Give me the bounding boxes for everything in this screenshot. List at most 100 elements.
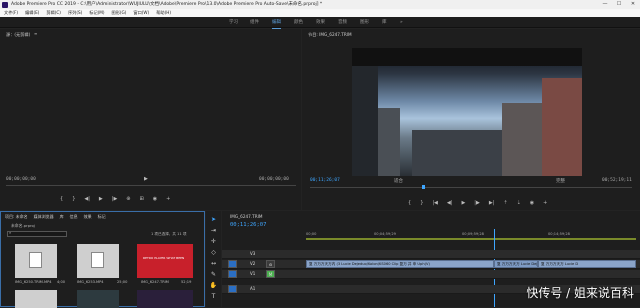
track-label: A1 (250, 286, 256, 291)
track-target-v1-button[interactable] (228, 270, 237, 278)
program-video-frame (352, 48, 582, 176)
slip-tool-icon[interactable]: ↔ (209, 259, 218, 268)
program-fit-dropdown[interactable]: 适合 (394, 178, 403, 184)
info-tab[interactable]: 信息 (70, 214, 78, 220)
program-mark-in-icon[interactable]: { (408, 200, 411, 206)
maximize-button[interactable]: ☐ (612, 0, 626, 9)
program-quality-dropdown[interactable]: 完整 (556, 178, 565, 184)
project-file-name: 未命名.prproj (11, 223, 35, 228)
menu-window[interactable]: 窗口(W) (133, 9, 149, 17)
program-extract-icon[interactable]: ⇣ (517, 200, 521, 206)
program-scrubber[interactable] (310, 187, 632, 188)
add-button-icon[interactable]: + (166, 196, 170, 202)
source-play-button-icon[interactable]: ▶ (144, 176, 148, 182)
project-item-name: IMG_6250.TRIM.MP4 (15, 280, 52, 284)
workspace-graphics[interactable]: 图形 (360, 17, 369, 28)
ripple-edit-tool-icon[interactable]: ✛ (209, 237, 218, 246)
menu-file[interactable]: 文件(F) (4, 9, 18, 17)
workspace-audio[interactable]: 音频 (338, 17, 347, 28)
track-label: V1 (250, 271, 256, 276)
hand-tool-icon[interactable]: ✋ (209, 281, 218, 290)
overwrite-icon[interactable]: ⊞ (140, 196, 144, 202)
project-selection-count: 1 项已选择，共 11 项 (151, 232, 187, 236)
menu-marker[interactable]: 标记(M) (89, 9, 104, 17)
watermark-text: 快传号 / 姐来说百科 (526, 286, 634, 300)
workspace-more-icon[interactable]: » (400, 17, 403, 28)
menu-help[interactable]: 帮助(H) (156, 9, 171, 17)
sync-lock-icon[interactable]: M (266, 270, 275, 278)
effects-tab[interactable]: 效果 (84, 214, 92, 220)
step-back-icon[interactable]: ◀| (84, 196, 90, 202)
timeline-timecode[interactable]: 00;11;26;07 (230, 222, 266, 228)
project-item-duration: 25;00 (117, 280, 128, 284)
menu-bar: 文件(F) 编辑(E) 剪辑(C) 序列(S) 标记(M) 图形(G) 窗口(W… (0, 9, 640, 17)
track-target-v2-button[interactable] (228, 260, 237, 268)
work-area-bar[interactable] (306, 238, 636, 240)
menu-edit[interactable]: 编辑(E) (25, 9, 39, 17)
program-goto-in-icon[interactable]: |◀ (432, 200, 438, 206)
media-browser-tab[interactable]: 媒体浏览器 (34, 214, 54, 220)
minimize-button[interactable]: — (598, 0, 612, 9)
program-step-back-icon[interactable]: ◀| (447, 200, 453, 206)
track-target-a1-button[interactable] (228, 285, 237, 293)
workspace-learning[interactable]: 学习 (229, 17, 238, 28)
source-scrubber[interactable] (6, 185, 296, 186)
mark-out-icon[interactable]: } (72, 196, 75, 202)
insert-icon[interactable]: ⊕ (126, 196, 130, 202)
program-play-icon[interactable]: ▶ (461, 200, 465, 206)
menu-clip[interactable]: 剪辑(C) (46, 9, 61, 17)
source-timecode-left[interactable]: 00;00;00;00 (6, 177, 36, 182)
timeline-tab[interactable]: IMG_6247.TRIM (230, 214, 263, 219)
ruler-mark: 00;04;59;29 (374, 232, 396, 236)
timeline-clip-v2[interactable]: 复 万万万天万内 (3 Lucie Dejeduo/Kolon/KS060 Cl… (306, 260, 494, 268)
libraries-tab[interactable]: 库 (60, 214, 64, 220)
panel-menu-icon[interactable]: ≡ (34, 31, 37, 36)
program-step-forward-icon[interactable]: |▶ (474, 200, 480, 206)
file-icon (91, 252, 104, 268)
project-item-thumb-4[interactable] (15, 290, 57, 308)
selection-tool-icon[interactable]: ➤ (209, 215, 218, 224)
source-monitor-tab[interactable]: 源：(无剪辑) (6, 32, 30, 38)
timeline-clip-v2-b[interactable]: 复 万万万天万 Lucie Dejeduo (494, 260, 538, 268)
project-item-thumb-2[interactable] (77, 244, 119, 278)
markers-tab[interactable]: 标记 (98, 214, 106, 220)
search-icon: ⌕ (9, 230, 12, 235)
window-titlebar: Adobe Premiere Pro CC 2019 - C:\用户\Admin… (0, 0, 640, 9)
track-label: V2 (250, 261, 256, 266)
type-tool-icon[interactable]: T (209, 292, 218, 301)
play-icon[interactable]: ▶ (99, 196, 103, 202)
program-monitor-tab[interactable]: 节目: IMG_6247.TRIM (308, 32, 352, 38)
workspace-editing[interactable]: 编辑 (272, 17, 281, 29)
premiere-app-icon (2, 1, 8, 8)
pen-tool-icon[interactable]: ✎ (209, 270, 218, 279)
workspace-assembly[interactable]: 组件 (250, 17, 259, 28)
program-playhead[interactable] (422, 185, 425, 189)
program-goto-out-icon[interactable]: ▶| (489, 200, 495, 206)
project-item-thumb-6[interactable] (137, 290, 193, 308)
timeline-clip-v2-c[interactable]: 复 万万万天万 Lucie D (538, 260, 636, 268)
project-item-thumb-5[interactable] (77, 290, 119, 308)
program-lift-icon[interactable]: ⇡ (503, 200, 507, 206)
program-mark-out-icon[interactable]: } (420, 200, 423, 206)
razor-tool-icon[interactable]: ◇ (209, 248, 218, 257)
workspace-libraries[interactable]: 库 (382, 17, 387, 28)
lock-icon[interactable]: ⊙ (266, 260, 275, 268)
track-select-tool-icon[interactable]: ⇥ (209, 226, 218, 235)
step-forward-icon[interactable]: |▶ (112, 196, 118, 202)
menu-graphics[interactable]: 图形(G) (112, 9, 127, 17)
ruler-mark: 00;14;59;28 (548, 232, 570, 236)
menu-sequence[interactable]: 序列(S) (68, 9, 82, 17)
program-timecode-current[interactable]: 00;11;26;07 (310, 178, 340, 183)
window-title: Adobe Premiere Pro CC 2019 - C:\用户\Admin… (11, 2, 323, 7)
project-item-thumb-1[interactable] (15, 244, 57, 278)
workspace-effects[interactable]: 效果 (316, 17, 325, 28)
project-item-thumb-3[interactable]: RETRO PLAYER WHAT BEEN (137, 244, 193, 278)
export-frame-icon[interactable]: ◉ (153, 196, 157, 202)
program-export-frame-icon[interactable]: ◉ (530, 200, 534, 206)
project-tab[interactable]: 项目: 未命名 (5, 214, 28, 220)
workspace-color[interactable]: 颜色 (294, 17, 303, 28)
program-add-button-icon[interactable]: + (543, 200, 547, 206)
mark-in-icon[interactable]: { (60, 196, 63, 202)
project-search-input[interactable]: ⌕ (7, 230, 67, 237)
close-button[interactable]: ✕ (626, 0, 640, 9)
